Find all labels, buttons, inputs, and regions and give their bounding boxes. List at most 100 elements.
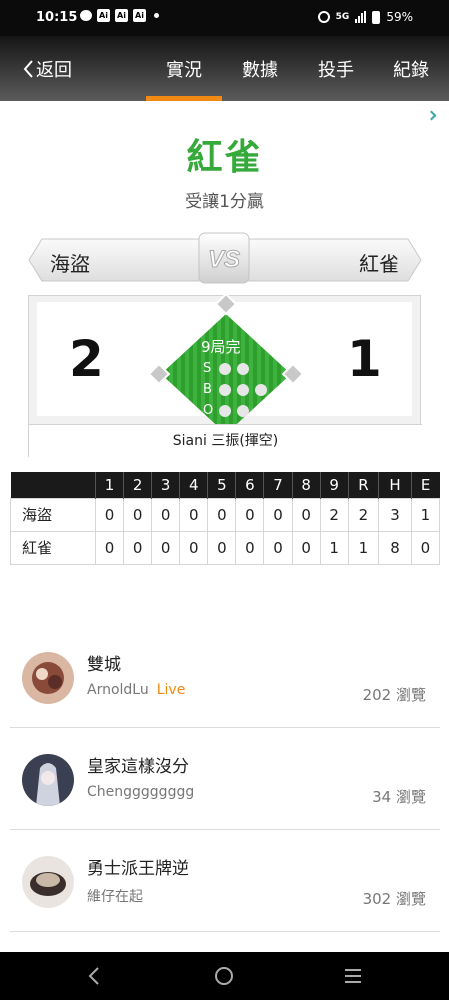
- ai-notification-icon: Ai: [133, 9, 146, 22]
- refresh-indicator-icon: [426, 110, 437, 121]
- alarm-icon: [317, 11, 330, 23]
- linescore-header: H: [378, 472, 412, 498]
- vs-label: VS: [208, 246, 240, 273]
- linescore-cell: 0: [123, 530, 153, 565]
- nav-home-icon[interactable]: [214, 966, 234, 986]
- linescore-header: 9: [319, 472, 349, 498]
- post-author: 維仔在起: [87, 886, 143, 906]
- post-views: 34 瀏覽: [372, 788, 426, 806]
- post-title: 雙城: [87, 655, 121, 675]
- status-bar: 10:15 Ai Ai Ai 5G 59%: [0, 0, 449, 36]
- away-team-name: 海盜: [50, 252, 90, 276]
- more-notifications-icon: [154, 13, 159, 18]
- list-item[interactable]: 雙城 ArnoldLu Live 202 瀏覽: [10, 626, 440, 728]
- linescore-cell: 0: [123, 497, 153, 532]
- linescore-cell: 0: [263, 497, 293, 532]
- linescore-cell: 0: [94, 530, 125, 565]
- linescore-header: 4: [179, 472, 208, 498]
- linescore-header: 7: [263, 472, 293, 498]
- tab-records[interactable]: 紀錄: [393, 56, 429, 82]
- linescore-table: 1 2 3 4 5 6 7 8 9 R H E 海盜 0 0 0 0 0 0 0…: [10, 472, 441, 565]
- linescore-header: 1: [94, 472, 124, 498]
- linescore-header: 5: [207, 472, 236, 498]
- linescore-cell: 8: [378, 530, 412, 565]
- linescore-header: 3: [151, 472, 180, 498]
- ai-notification-icon: Ai: [97, 9, 110, 22]
- post-author: ArnoldLu Live: [87, 682, 185, 698]
- vs-badge: VS: [198, 232, 250, 284]
- third-base-icon: [147, 362, 171, 386]
- result-subtitle: 受讓1分贏: [185, 192, 264, 212]
- post-views: 202 瀏覽: [362, 686, 426, 704]
- home-score: 1: [347, 330, 382, 388]
- app-header: 返回 實況 數據 投手 紀錄: [0, 36, 449, 101]
- avatar: [22, 856, 74, 908]
- ai-notification-icon: Ai: [115, 9, 128, 22]
- linescore-header: 2: [123, 472, 152, 498]
- out-light-icon: [219, 404, 231, 417]
- ball-light-icon: [255, 383, 267, 396]
- post-views: 302 瀏覽: [362, 890, 426, 908]
- linescore-header-row: 1 2 3 4 5 6 7 8 9 R H E: [10, 472, 440, 498]
- chevron-left-icon: [23, 60, 33, 78]
- nav-recents-icon[interactable]: [343, 966, 363, 986]
- out-light-icon: [237, 404, 249, 417]
- notification-icons: Ai Ai Ai: [80, 9, 159, 22]
- linescore-cell: 0: [291, 530, 321, 565]
- linescore-header: [10, 472, 96, 498]
- linescore-cell: 0: [179, 530, 209, 565]
- list-item[interactable]: 勇士派王牌逆 維仔在起 302 瀏覽: [10, 830, 440, 932]
- linescore-team: 海盜: [10, 497, 96, 532]
- linescore-cell: 3: [378, 497, 412, 532]
- post-author-name: ArnoldLu: [87, 682, 149, 698]
- system-nav-bar: [0, 952, 449, 1000]
- post-author-name: Chengggggggg: [87, 784, 195, 800]
- linescore-cell: 2: [347, 497, 380, 532]
- nav-back-icon[interactable]: [86, 966, 102, 986]
- avatar: [22, 754, 74, 806]
- last-play: Siani 三振(揮空): [29, 424, 422, 457]
- home-team-name: 紅雀: [359, 252, 399, 276]
- chat-notification-icon: [80, 10, 92, 21]
- ball-strike-count: S B O: [203, 358, 267, 421]
- inning-status: 9局完: [201, 338, 241, 356]
- back-button[interactable]: 返回: [22, 56, 72, 82]
- strike-light-icon: [219, 362, 231, 375]
- tab-pitchers[interactable]: 投手: [318, 56, 354, 82]
- live-badge: Live: [156, 682, 186, 698]
- linescore-cell: 0: [291, 497, 321, 532]
- linescore-cell: 1: [410, 497, 441, 532]
- linescore-cell: 0: [94, 497, 125, 532]
- linescore-cell: 0: [179, 497, 209, 532]
- linescore-cell: 2: [319, 497, 349, 532]
- tab-stats[interactable]: 數據: [242, 56, 278, 82]
- battery-percent: 59%: [386, 10, 413, 24]
- linescore-team: 紅雀: [10, 530, 96, 565]
- post-author: Chengggggggg: [87, 784, 194, 800]
- status-time: 10:15: [36, 10, 78, 25]
- active-tab-indicator: [146, 96, 222, 101]
- ball-light-icon: [219, 383, 231, 396]
- ball-light-icon: [237, 383, 249, 396]
- linescore-cell: 0: [263, 530, 293, 565]
- second-base-icon: [214, 294, 238, 316]
- out-label: O: [203, 403, 214, 418]
- linescore-header: 8: [291, 472, 321, 498]
- linescore-cell: 0: [151, 497, 181, 532]
- tab-live[interactable]: 實況: [166, 56, 202, 82]
- first-base-icon: [281, 362, 305, 386]
- linescore-header: R: [347, 472, 379, 498]
- list-item[interactable]: 皇家這樣沒分 Chengggggggg 34 瀏覽: [10, 728, 440, 830]
- away-score: 2: [69, 330, 104, 388]
- table-row: 海盜 0 0 0 0 0 0 0 0 2 2 3 1: [10, 497, 441, 532]
- scoreboard: 2 1 9局完 S B O Siani 三振(揮空): [28, 294, 422, 457]
- linescore-cell: 0: [207, 497, 237, 532]
- ball-label: B: [203, 382, 212, 397]
- linescore-cell: 0: [235, 530, 265, 565]
- winner-team: 紅雀: [186, 137, 263, 178]
- back-label: 返回: [36, 60, 72, 81]
- linescore-cell: 0: [235, 497, 265, 532]
- linescore-cell: 0: [410, 530, 441, 565]
- post-title: 勇士派王牌逆: [87, 859, 189, 879]
- linescore-cell: 1: [319, 530, 349, 565]
